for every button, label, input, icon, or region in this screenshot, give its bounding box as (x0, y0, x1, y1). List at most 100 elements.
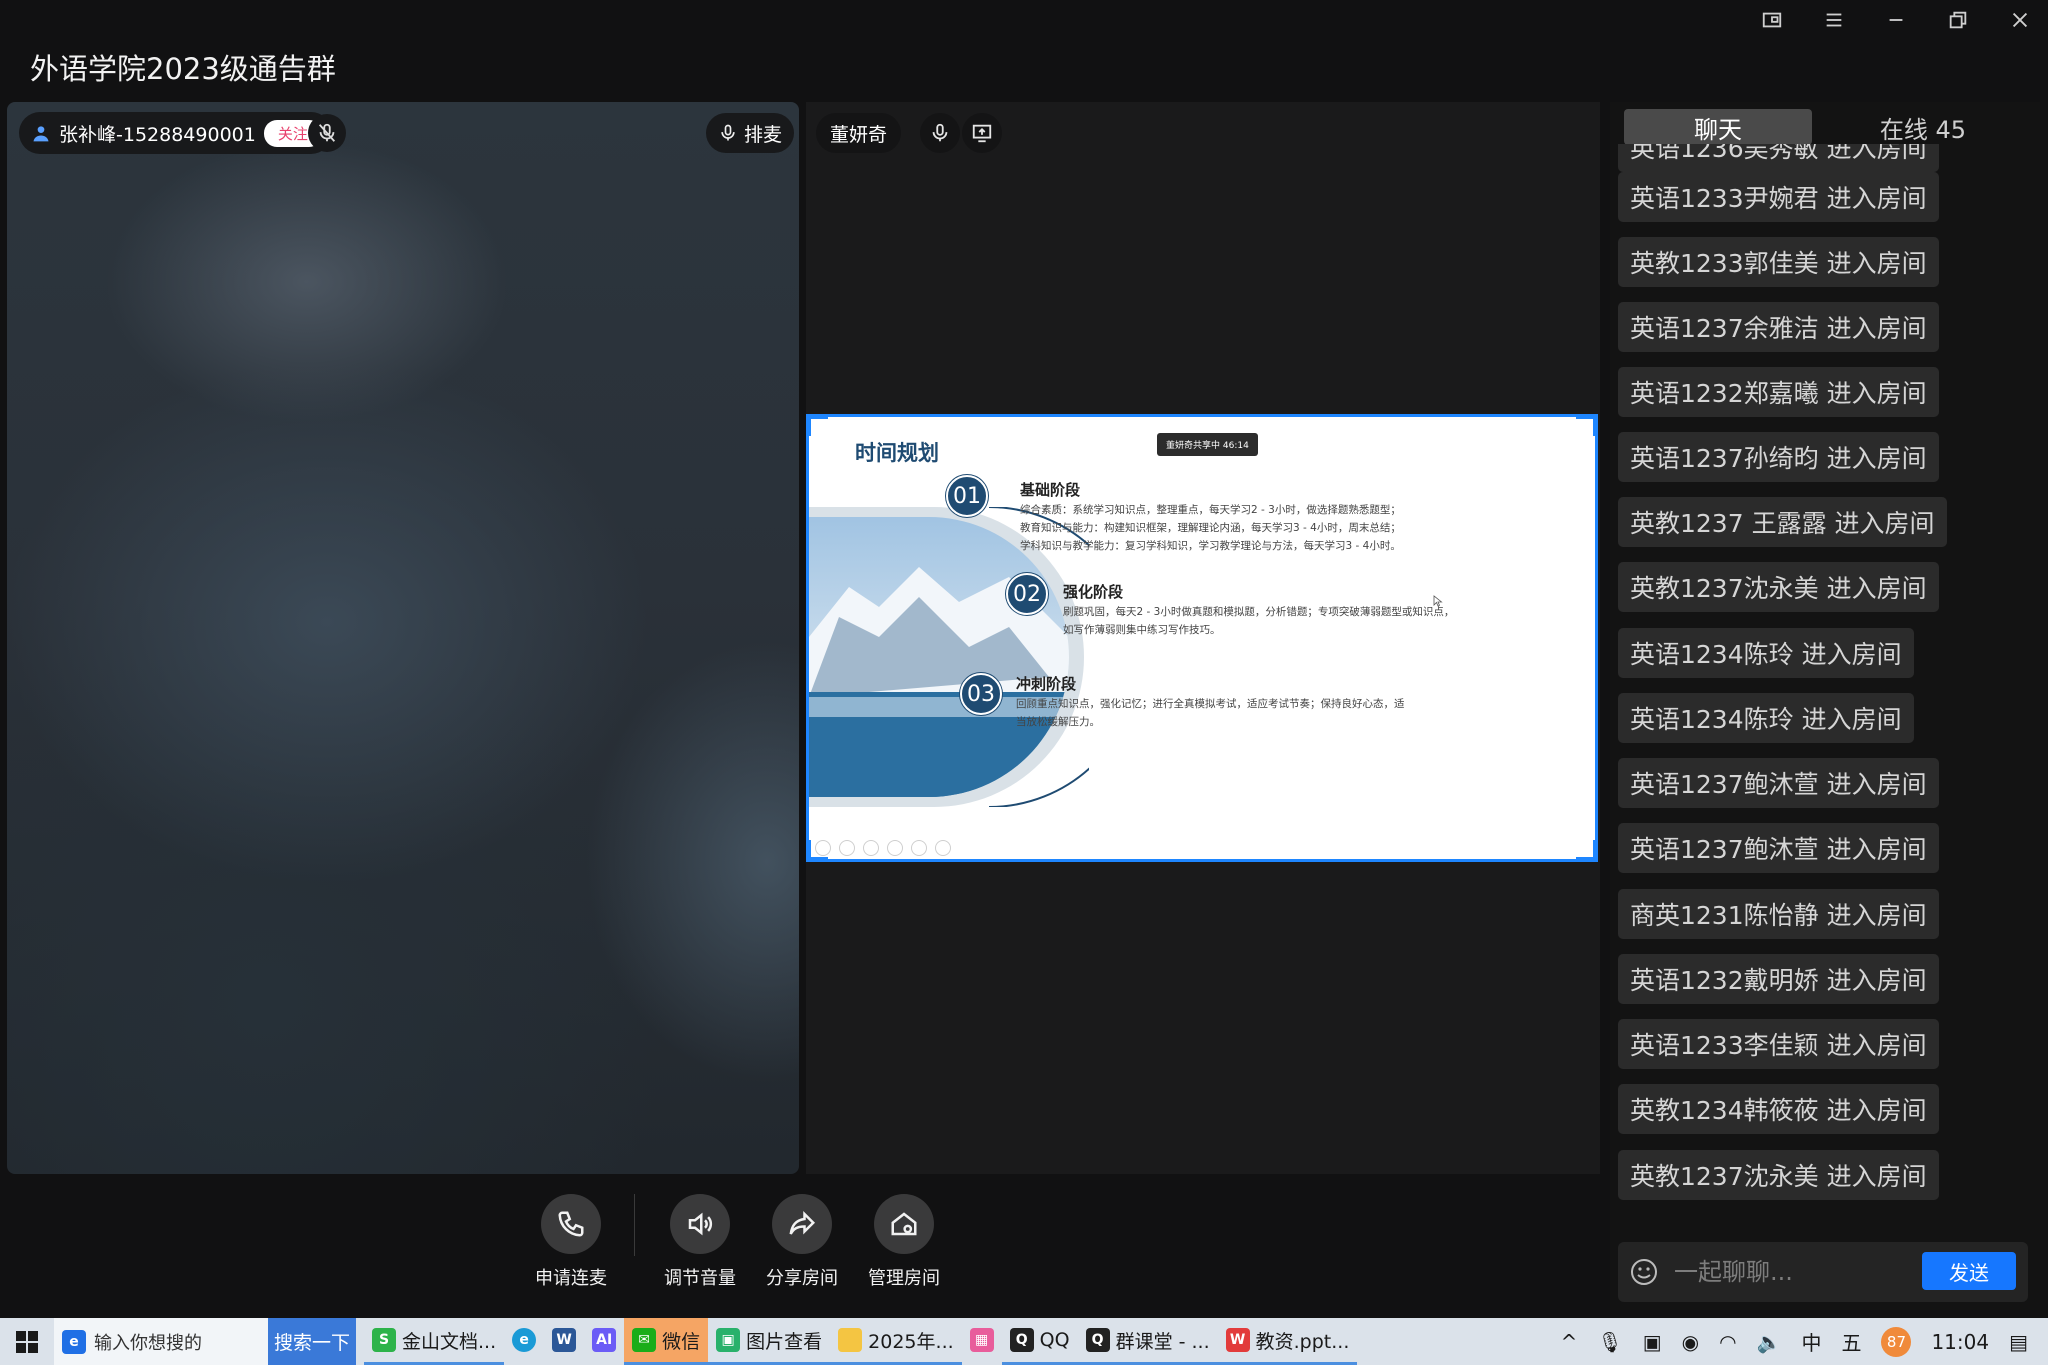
taskbar-search[interactable]: e 输入你想搜的 (54, 1318, 268, 1365)
chat-input-bar: 发送 (1618, 1242, 2028, 1302)
frame-corner (809, 840, 828, 859)
phone-icon (558, 1211, 584, 1237)
app-grid-icon: ▦ (969, 1328, 994, 1352)
chat-input[interactable] (1674, 1258, 1894, 1286)
emoji-icon[interactable] (1628, 1256, 1660, 1288)
windows-start-icon[interactable] (0, 1318, 54, 1365)
clock[interactable]: 11:04 (1931, 1330, 1989, 1354)
tray-monitor-icon[interactable]: ▣ (1643, 1330, 1662, 1354)
slide-tool-icon[interactable] (911, 840, 927, 856)
action-center-icon[interactable]: ▤ (2009, 1330, 2028, 1354)
home-settings-icon (891, 1212, 917, 1236)
chat-message: 英语1233尹婉君 进入房间 (1618, 172, 1939, 222)
queue-label: 排麦 (744, 123, 783, 146)
taskbar-item-qq[interactable]: Q QQ (1001, 1318, 1078, 1365)
share-status-tag: 董妍奇共享中 46:14 (1157, 433, 1258, 456)
qq-classroom-icon: Q (1085, 1328, 1110, 1352)
chat-message: 英教1237沈永美 进入房间 (1618, 562, 1939, 612)
slide-tool-icon[interactable] (887, 840, 903, 856)
step-title: 基础阶段 (1020, 481, 1081, 499)
send-button[interactable]: 发送 (1922, 1252, 2016, 1290)
taskbar-item-word[interactable]: W (544, 1318, 584, 1365)
wps-icon: W (1225, 1328, 1250, 1352)
mic-muted-icon[interactable] (308, 114, 346, 152)
share-room-label: 分享房间 (766, 1268, 838, 1289)
toolbar-divider (634, 1194, 635, 1256)
qq-icon: Q (1009, 1328, 1034, 1352)
message-list[interactable]: 英语1236吴秀敏 进入房间 英语1233尹婉君 进入房间 英教1233郭佳美 … (1618, 144, 2038, 1246)
chat-message: 英教1234韩筱莜 进入房间 (1618, 1084, 1939, 1134)
user-avatar-icon (33, 126, 49, 142)
slide-tool-icon[interactable] (863, 840, 879, 856)
shared-slide[interactable]: 时间规划 董妍奇共享中 46:14 01 基础阶段 综合素质：系统学习知识点，整… (806, 414, 1598, 862)
taskbar-item-classroom[interactable]: Q 群课堂 - ... (1077, 1318, 1218, 1365)
screen-share-icon[interactable] (962, 113, 1002, 153)
step-description: 回顾重点知识点，强化记忆；进行全真模拟考试，适应考试节奏；保持良好心态，适 当放… (1016, 698, 1405, 728)
participant-video: 张补峰-15288490001 关注 排麦 (7, 102, 799, 1174)
ime-mode[interactable]: 五 (1841, 1327, 1861, 1356)
app-title: 外语学院2023级通告群 (30, 52, 336, 86)
user-name: 张补峰-15288490001 (59, 123, 256, 146)
tab-chat[interactable]: 聊天 (1624, 109, 1812, 145)
tray-expand-icon[interactable]: ^ (1561, 1330, 1578, 1354)
taskbar-item-edge[interactable]: e (504, 1318, 544, 1365)
chat-message: 英语1236吴秀敏 进入房间 (1618, 144, 1939, 172)
taskbar-item-app[interactable]: ▦ (962, 1318, 1002, 1365)
host-name[interactable]: 董妍奇 (816, 113, 902, 153)
window-controls (1758, 6, 2034, 34)
mic-icon (721, 124, 735, 141)
step-description: 综合素质：系统学习知识点，整理重点，每天学习2 - 3小时，做选择题熟悉题型； … (1020, 504, 1401, 552)
slide-toolbar (815, 840, 951, 856)
chat-message: 英语1237余雅洁 进入房间 (1618, 302, 1939, 352)
image-viewer-icon: ▣ (716, 1328, 741, 1352)
manage-room-button[interactable]: 管理房间 (853, 1194, 955, 1290)
chat-message: 英语1234陈玲 进入房间 (1618, 693, 1914, 743)
ime-language[interactable]: 中 (1801, 1327, 1821, 1356)
host-mic-icon[interactable] (920, 113, 960, 153)
search-placeholder: 输入你想搜的 (94, 1332, 202, 1354)
volume-icon[interactable]: 🔈 (1757, 1330, 1782, 1354)
slide-tool-icon[interactable] (935, 840, 951, 856)
edge-icon: e (512, 1328, 537, 1352)
taskbar-item-folder[interactable]: 2025年... (830, 1318, 962, 1365)
close-icon[interactable] (2006, 6, 2034, 34)
apply-mic-button[interactable]: 申请连麦 (520, 1194, 622, 1290)
taskbar-search-button[interactable]: 搜索一下 (268, 1318, 357, 1365)
tray-mic-icon[interactable]: 🎙 (1597, 1330, 1622, 1354)
wifi-icon[interactable]: ◠ (1719, 1330, 1736, 1354)
chat-message: 英语1237鲍沐萱 进入房间 (1618, 823, 1939, 873)
taskbar-item-wechat[interactable]: ✉ 微信 (624, 1318, 709, 1365)
mouse-cursor-icon (1433, 595, 1443, 607)
volume-button[interactable]: 调节音量 (649, 1194, 751, 1290)
user-chip[interactable]: 张补峰-15288490001 关注 (19, 112, 332, 154)
speaker-icon (688, 1212, 713, 1236)
taskbar-item-image-viewer[interactable]: ▣ 图片查看 (708, 1318, 831, 1365)
restore-icon[interactable] (1944, 6, 1972, 34)
chat-panel: 聊天 在线 45 英语1236吴秀敏 进入房间 英语1233尹婉君 进入房间 英… (1610, 102, 2040, 1310)
queue-mic-button[interactable]: 排麦 (706, 113, 795, 153)
step-number: 02 (1006, 573, 1048, 615)
step-title: 冲刺阶段 (1016, 675, 1077, 693)
frame-corner (809, 417, 828, 436)
pip-icon[interactable] (1758, 6, 1786, 34)
chat-message: 英教1237沈永美 进入房间 (1618, 1150, 1939, 1200)
share-icon (789, 1210, 816, 1235)
chat-message: 英语1233李佳颖 进入房间 (1618, 1019, 1939, 1069)
slide-tool-icon[interactable] (839, 840, 855, 856)
tray-app-icon[interactable]: ◉ (1682, 1330, 1699, 1354)
taskbar-item-ai[interactable]: AI (584, 1318, 624, 1365)
taskbar-item-wps[interactable]: W 教资.ppt... (1217, 1318, 1358, 1365)
tab-online[interactable]: 在线 45 (1812, 110, 2034, 145)
manage-room-label: 管理房间 (868, 1268, 940, 1289)
menu-icon[interactable] (1820, 6, 1848, 34)
chat-message: 英教1237 王露露 进入房间 (1618, 497, 1947, 547)
chat-message: 英语1234陈玲 进入房间 (1618, 628, 1914, 678)
volume-label: 调节音量 (664, 1268, 736, 1289)
share-room-button[interactable]: 分享房间 (751, 1194, 853, 1290)
taskbar-item-kdocs[interactable]: S 金山文档... (364, 1318, 505, 1365)
minimize-icon[interactable] (1882, 6, 1910, 34)
notification-badge[interactable]: 87 (1881, 1326, 1912, 1357)
host-panel: 董妍奇 时间规划 董妍奇共享中 46:14 01 基础阶段 综合素质：系统学习知… (806, 102, 1600, 1174)
frame-corner (1576, 417, 1595, 436)
slide-title: 时间规划 (855, 441, 939, 465)
